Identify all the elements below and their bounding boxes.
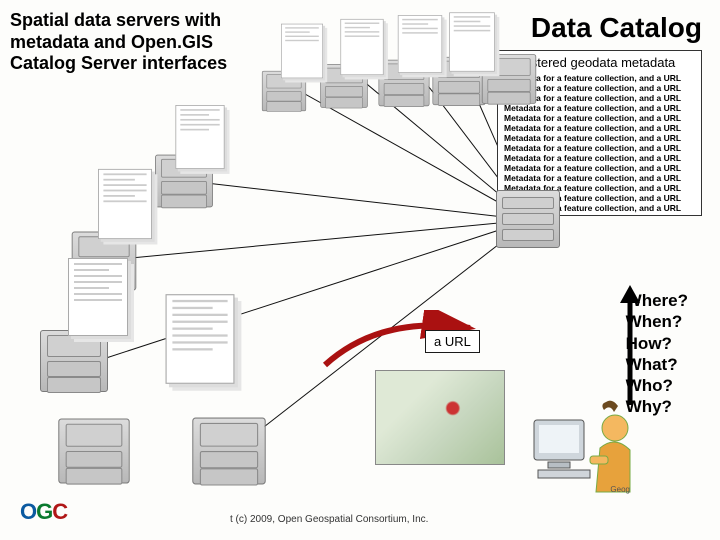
catalog-entry: Metadata for a feature collection, and a… (504, 173, 695, 183)
catalog-server-icon (496, 190, 560, 248)
question-item: How? (626, 333, 688, 354)
caption-spatial-servers: Spatial data servers with metadata and O… (10, 10, 260, 75)
catalog-entry: Metadata for a feature collection, and a… (504, 163, 695, 173)
question-item: What? (626, 354, 688, 375)
catalog-entry: Metadata for a feature collection, and a… (504, 103, 695, 113)
document-icon (281, 24, 323, 79)
document-icon (340, 19, 383, 75)
logo-letter: O (20, 499, 36, 524)
logo-letter: C (52, 499, 67, 524)
catalog-entry: Metadata for a feature collection, and a… (504, 123, 695, 133)
document-icon (166, 294, 235, 384)
logo-letter: G (36, 499, 52, 524)
document-icon (175, 105, 224, 169)
server-icon (40, 330, 108, 392)
document-icon (449, 12, 495, 71)
ogc-logo: OGC (20, 499, 67, 525)
document-icon (68, 258, 128, 336)
question-item: Who? (626, 375, 688, 396)
server-icon (192, 418, 265, 485)
catalog-entry: Metadata for a feature collection, and a… (504, 133, 695, 143)
caption-data-catalog: Data Catalog (531, 12, 702, 44)
tiny-caption: Geog (610, 485, 630, 494)
catalog-entry: Metadata for a feature collection, and a… (504, 113, 695, 123)
server-icon (58, 418, 129, 483)
catalog-entry: Metadata for a feature collection, and a… (504, 143, 695, 153)
url-label-box: a URL (425, 330, 480, 353)
map-thumbnail (375, 370, 505, 465)
copyright-text: t (c) 2009, Open Geospatial Consortium, … (230, 514, 428, 525)
document-icon (98, 169, 152, 239)
query-questions: Where?When?How?What?Who?Why? (626, 290, 688, 418)
user-at-computer-icon (530, 400, 650, 495)
question-item: Where? (626, 290, 688, 311)
catalog-entry: Metadata for a feature collection, and a… (504, 153, 695, 163)
document-icon (398, 15, 442, 73)
question-item: When? (626, 311, 688, 332)
